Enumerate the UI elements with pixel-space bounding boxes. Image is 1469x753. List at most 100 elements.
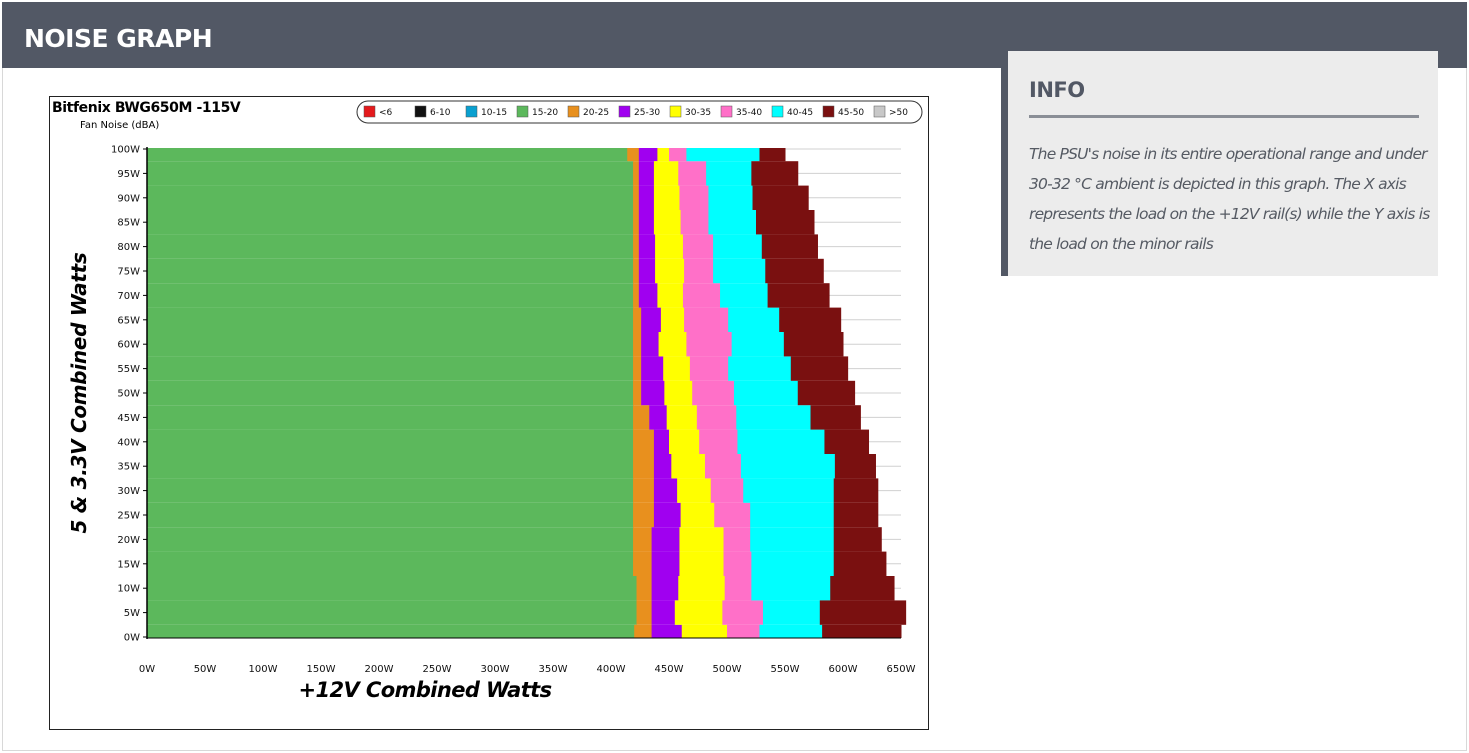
- heatmap-cell: [653, 161, 679, 186]
- heatmap-cell: [682, 283, 721, 308]
- heatmap-cell: [706, 161, 752, 186]
- heatmap-cell: [736, 405, 812, 430]
- legend-label: 45-50: [838, 108, 864, 118]
- heatmap-cell: [653, 454, 672, 479]
- x-tick-label: 650W: [887, 664, 916, 675]
- y-tick-label: 90W: [117, 193, 140, 204]
- legend-swatch: [363, 105, 376, 118]
- heatmap-cell: [633, 161, 640, 186]
- y-tick-label: 100W: [111, 145, 140, 156]
- heatmap-cell: [728, 307, 780, 332]
- heatmap-cell: [641, 356, 664, 381]
- heatmap-cell: [634, 624, 653, 638]
- heatmap-cell: [724, 576, 752, 601]
- heatmap-cell: [638, 234, 656, 259]
- heatmap-cell: [147, 429, 634, 454]
- heatmap-cell: [679, 185, 709, 210]
- heatmap-cell: [678, 161, 707, 186]
- heatmap-cell: [723, 551, 752, 576]
- heatmap-cell: [686, 332, 733, 357]
- heatmap-cell: [759, 624, 823, 638]
- heatmap-cell: [710, 478, 744, 503]
- heatmap-cell: [819, 600, 907, 625]
- heatmap-cell: [723, 527, 751, 552]
- heatmap-cell: [779, 307, 842, 332]
- heatmap-cell: [663, 356, 691, 381]
- heatmap-cell: [147, 502, 634, 528]
- x-tick-label: 350W: [539, 664, 568, 675]
- heatmap-cell: [147, 307, 634, 332]
- y-tick-label: 70W: [117, 291, 140, 302]
- heatmap-cell: [751, 551, 835, 576]
- heatmap-cell: [633, 454, 655, 479]
- heatmap-cell: [147, 624, 635, 638]
- x-tick-label: 200W: [365, 664, 394, 675]
- info-text: The PSU's noise in its entire operationa…: [1029, 145, 1430, 253]
- heatmap-cell: [833, 551, 887, 576]
- heatmap-cell: [147, 551, 634, 576]
- legend-label: <6: [379, 108, 393, 118]
- heatmap-cell: [655, 234, 684, 259]
- heatmap-cell: [636, 600, 653, 625]
- y-tick-label: 80W: [117, 242, 140, 253]
- heatmap-cell: [713, 258, 766, 284]
- heatmap-cell: [822, 624, 902, 638]
- heatmap-cell: [669, 429, 700, 454]
- info-divider: [1029, 115, 1419, 118]
- heatmap-cell: [699, 429, 738, 454]
- legend-swatch: [618, 105, 631, 118]
- heatmap-cell: [638, 161, 655, 186]
- heatmap-cell: [750, 502, 835, 528]
- legend-swatch: [822, 105, 835, 118]
- heatmap-cell: [638, 210, 655, 235]
- x-tick-label: 500W: [713, 664, 742, 675]
- heatmap-cell: [633, 527, 653, 552]
- heatmap-cell: [655, 258, 685, 284]
- x-tick-label: 400W: [597, 664, 626, 675]
- legend-label: 10-15: [481, 108, 507, 118]
- heatmap-cell: [679, 527, 725, 552]
- heatmap-cell: [783, 332, 844, 357]
- heatmap-cell: [649, 405, 668, 430]
- heatmap-cell: [720, 283, 769, 308]
- heatmap-cell: [638, 258, 656, 284]
- legend-label: 20-25: [583, 108, 609, 118]
- heatmap-cell: [765, 258, 824, 284]
- y-tick-label: 10W: [117, 584, 140, 595]
- heatmap-cell: [638, 148, 658, 162]
- heatmap-cell: [653, 429, 670, 454]
- legend-swatch: [771, 105, 784, 118]
- heatmap-cell: [750, 527, 835, 552]
- heatmap-cell: [147, 234, 634, 259]
- x-tick-label: 550W: [771, 664, 800, 675]
- y-tick-label: 5W: [124, 608, 140, 619]
- heatmap-cell: [633, 307, 642, 332]
- heatmap-cell: [147, 283, 634, 308]
- heatmap-cell: [633, 502, 655, 528]
- heatmap-cell: [633, 234, 640, 259]
- info-panel: INFO The PSU's noise in its entire opera…: [1001, 51, 1438, 276]
- heatmap-cell: [833, 502, 879, 528]
- x-tick-label: 450W: [655, 664, 684, 675]
- heatmap-cell: [653, 478, 678, 503]
- heatmap-cell: [696, 405, 737, 430]
- legend-swatch: [414, 105, 427, 118]
- y-tick-label: 85W: [117, 218, 140, 229]
- y-tick-label: 50W: [117, 389, 140, 400]
- legend-swatch: [465, 105, 478, 118]
- heatmap-cell: [147, 258, 634, 284]
- heatmap-cell: [636, 576, 653, 601]
- heatmap-cell: [147, 380, 634, 406]
- heatmap-cell: [751, 161, 799, 186]
- heatmap-cell: [767, 283, 830, 308]
- heatmap-cell: [833, 527, 882, 552]
- x-tick-label: 150W: [307, 664, 336, 675]
- heatmap-cell: [713, 234, 763, 259]
- y-tick-label: 40W: [117, 437, 140, 448]
- heatmap-cell: [147, 454, 634, 479]
- heatmap-cell: [641, 380, 665, 406]
- heatmap-cell: [733, 380, 799, 406]
- heatmap-cell: [692, 380, 735, 406]
- heatmap-cell: [638, 283, 658, 308]
- legend-label: 15-20: [532, 108, 558, 118]
